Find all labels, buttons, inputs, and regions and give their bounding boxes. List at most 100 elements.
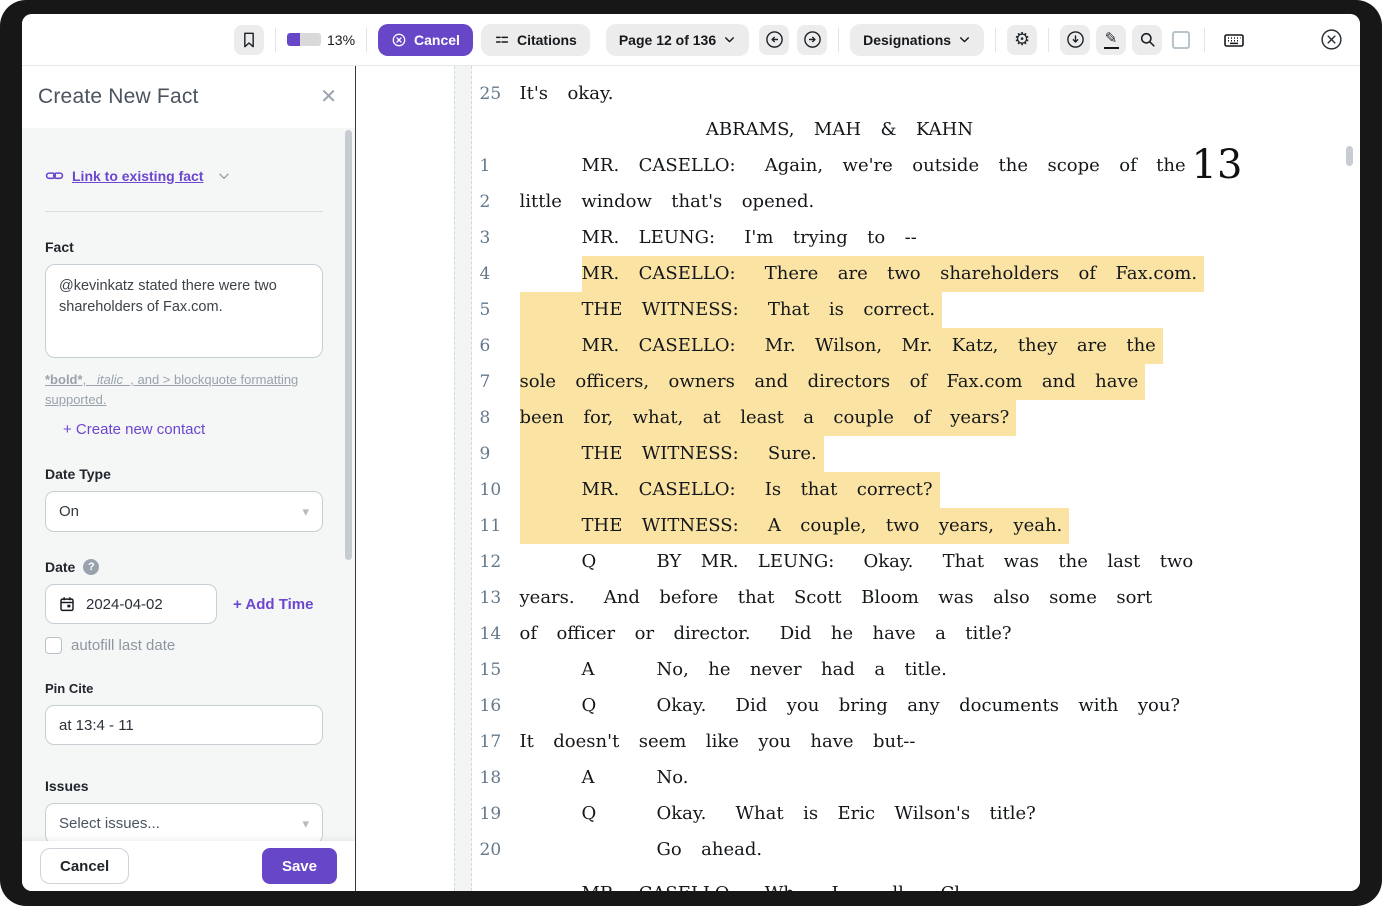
fact-textarea[interactable]: @kevinkatz stated there were two shareho… [45,264,323,358]
transcript-line[interactable]: MR. CASELLO: Wh... I... ...ll... Cl... [480,876,1341,891]
cancel-button[interactable]: Cancel [40,848,129,884]
line-text: MR. CASELLO: Again, we're outside the sc… [582,155,1186,176]
transcript-line[interactable]: 3MR. LEUNG: I'm trying to -- [480,220,1341,256]
transcript-line[interactable]: 8been for, what, at least a couple of ye… [480,400,1341,436]
transcript-line[interactable]: 14of officer or director. Did he have a … [480,616,1341,652]
panel-footer: Cancel Save [22,841,355,891]
selection-box-icon[interactable] [1172,31,1190,49]
pin-cite-label: Pin Cite [45,681,323,696]
transcript-text[interactable]: MR. CASELLO: Mr. Wilson, Mr. Katz, they … [520,328,1160,364]
transcript-text[interactable]: THE WITNESS: A couple, two years, yeah. [520,508,1160,544]
download-button[interactable] [1060,25,1090,55]
designation-highlight: MR. CASELLO: There are two shareholders … [582,256,1205,292]
transcript-scrollbar[interactable] [1346,146,1353,166]
citations-list-icon [494,32,510,48]
transcript-text[interactable]: QOkay. What is Eric Wilson's title? [520,796,1160,832]
transcript-line[interactable]: 18ANo. [480,760,1341,796]
transcript-page-number: 13 [1192,142,1243,188]
transcript-line[interactable]: 5THE WITNESS: That is correct. [480,292,1341,328]
transcript-line[interactable]: 17It doesn't seem like you have but-- [480,724,1341,760]
bookmark-button[interactable] [234,25,264,55]
transcript-text[interactable]: ANo. [520,760,1160,796]
settings-button[interactable]: ⚙ [1007,25,1037,55]
transcript-text[interactable]: MR. CASELLO: Again, we're outside the sc… [520,148,1160,184]
transcript-line[interactable]: 25It's okay. [480,76,1341,112]
transcript-text[interactable]: MR. CASELLO: Wh... I... ...ll... Cl... [520,876,1160,891]
toolbar-divider [838,28,839,52]
transcript-text[interactable]: sole officers, owners and directors of F… [520,364,1160,400]
transcript-line[interactable]: 13years. And before that Scott Bloom was… [480,580,1341,616]
chevron-down-icon[interactable] [217,169,231,183]
transcript-text[interactable]: THE WITNESS: Sure. [520,436,1160,472]
transcript-line[interactable]: 12QBY MR. LEUNG: Okay. That was the last… [480,544,1341,580]
line-text: THE WITNESS: That is correct. [582,299,936,320]
transcript-text[interactable]: little window that's opened. [520,184,1160,220]
transcript-text[interactable]: It's okay. [520,76,1160,112]
line-text: BY MR. LEUNG: Okay. That was the last tw… [657,551,1194,572]
close-viewer-button[interactable] [1316,25,1346,55]
transcript-text[interactable]: been for, what, at least a couple of yea… [520,400,1160,436]
issues-select[interactable]: Select issues... ▾ [45,803,323,841]
search-button[interactable] [1132,25,1162,55]
transcript-text[interactable]: MR. CASELLO: There are two shareholders … [520,256,1160,292]
prev-page-button[interactable] [759,25,789,55]
qa-marker: A [582,652,657,688]
transcript-line[interactable]: 10MR. CASELLO: Is that correct? [480,472,1341,508]
page-selector[interactable]: Page 12 of 136 [606,24,749,56]
panel-title: Create New Fact [38,85,199,109]
transcript-line[interactable]: 20Go ahead. [480,832,1341,868]
qa-marker: Q [582,796,657,832]
toolbar-divider [275,28,276,52]
line-number: 20 [480,832,520,868]
transcript-line[interactable]: 6MR. CASELLO: Mr. Wilson, Mr. Katz, they… [480,328,1341,364]
designation-gutter[interactable] [454,66,472,891]
download-circle-icon [1065,29,1086,50]
save-button[interactable]: Save [262,848,337,884]
designation-highlight: sole officers, owners and directors of F… [520,364,1146,400]
transcript-header[interactable]: ABRAMS, MAH & KAHN [520,112,1160,148]
transcript-text[interactable]: QOkay. Did you bring any documents with … [520,688,1160,724]
section-divider [45,211,323,212]
designation-highlight: THE WITNESS: That is correct. [520,292,943,328]
line-number: 15 [480,652,520,688]
toolbar-divider [995,28,996,52]
date-type-select[interactable]: On ▾ [45,491,323,532]
transcript-line[interactable]: 19QOkay. What is Eric Wilson's title? [480,796,1341,832]
transcript-text[interactable]: THE WITNESS: That is correct. [520,292,1160,328]
highlighter-tool-button[interactable]: ✎ [1096,25,1126,55]
panel-close-button[interactable]: ✕ [320,87,337,107]
transcript-line[interactable]: 11THE WITNESS: A couple, two years, yeah… [480,508,1341,544]
panel-scrollbar[interactable] [345,130,352,560]
cancel-mode-button[interactable]: Cancel [378,24,473,56]
transcript-text[interactable]: It doesn't seem like you have but-- [520,724,1160,760]
transcript-text[interactable]: MR. CASELLO: Is that correct? [520,472,1160,508]
line-number: 18 [480,760,520,796]
transcript-line[interactable]: 4MR. CASELLO: There are two shareholders… [480,256,1341,292]
next-page-button[interactable] [797,25,827,55]
date-type-label: Date Type [45,466,323,482]
transcript-text[interactable]: of officer or director. Did he have a ti… [520,616,1160,652]
add-time-link[interactable]: + Add Time [233,596,313,613]
transcript-line[interactable]: 15ANo, he never had a title. [480,652,1341,688]
transcript-line[interactable]: 7sole officers, owners and directors of … [480,364,1341,400]
keyboard-shortcuts-button[interactable] [1219,25,1249,55]
transcript-line[interactable]: 2little window that's opened. [480,184,1341,220]
create-new-contact-link[interactable]: + Create new contact [63,421,205,438]
date-input[interactable]: 2024-04-02 [45,584,217,624]
citations-button[interactable]: Citations [481,24,590,56]
transcript-line[interactable]: 16QOkay. Did you bring any documents wit… [480,688,1341,724]
help-icon[interactable]: ? [83,559,99,575]
fact-label: Fact [45,239,323,255]
pin-cite-input[interactable] [45,705,323,745]
line-text: MR. CASELLO: Mr. Wilson, Mr. Katz, they … [582,335,1156,356]
transcript-text[interactable]: ANo, he never had a title. [520,652,1160,688]
line-text: MR. LEUNG: I'm trying to -- [582,227,917,248]
transcript-text[interactable]: QBY MR. LEUNG: Okay. That was the last t… [520,544,1160,580]
transcript-text[interactable]: MR. LEUNG: I'm trying to -- [520,220,1160,256]
link-to-existing-fact[interactable]: Link to existing fact [45,166,323,185]
autofill-checkbox[interactable] [45,637,62,654]
transcript-text[interactable]: Go ahead. [520,832,1160,868]
transcript-line[interactable]: 9THE WITNESS: Sure. [480,436,1341,472]
designations-dropdown[interactable]: Designations [850,24,984,56]
transcript-text[interactable]: years. And before that Scott Bloom was a… [520,580,1160,616]
